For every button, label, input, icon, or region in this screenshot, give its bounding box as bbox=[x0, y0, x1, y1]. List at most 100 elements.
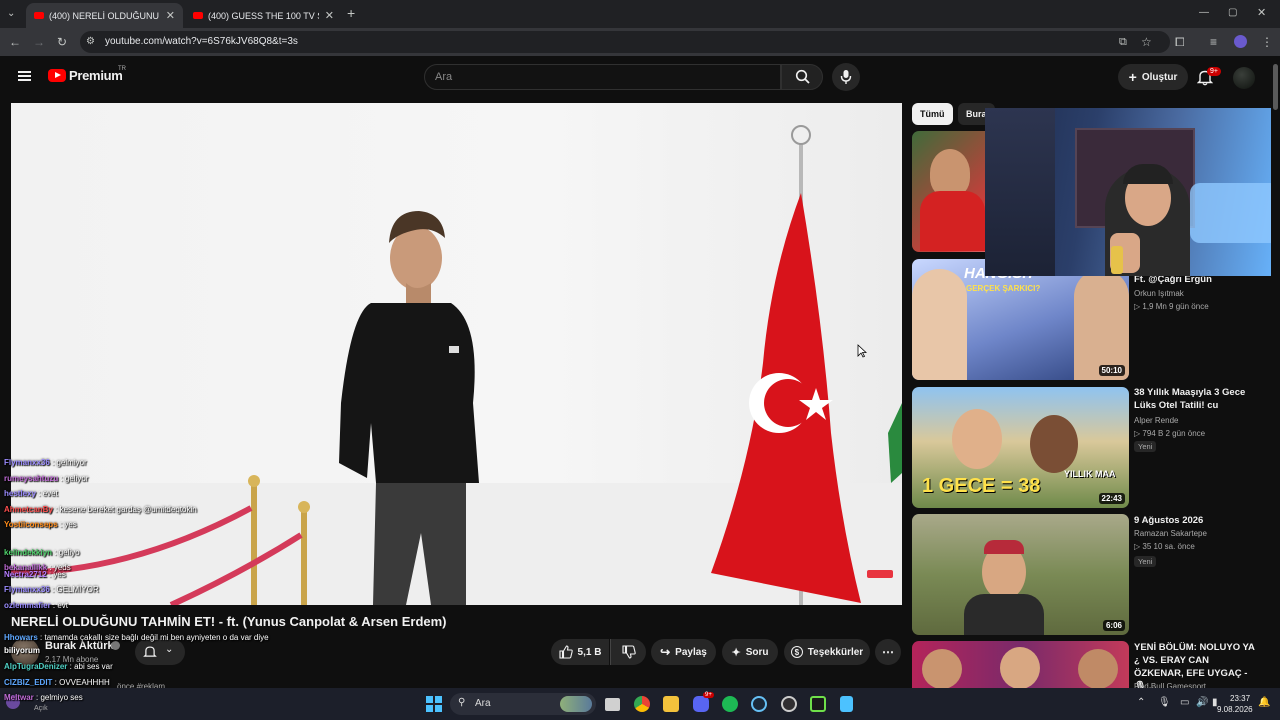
media-icon[interactable]: ≡ bbox=[1210, 35, 1217, 49]
close-tab-icon[interactable]: ✕ bbox=[166, 9, 175, 22]
recommendation-channel[interactable]: Alper Rende bbox=[1134, 416, 1178, 425]
duration-badge: 22:43 bbox=[1098, 493, 1125, 504]
task-view-icon[interactable] bbox=[605, 698, 620, 711]
chat-message: Hhowars : tamamda çakallı size bağlı değ… bbox=[4, 633, 269, 642]
recommendation-channel[interactable]: Orkun Işıtmak bbox=[1134, 289, 1184, 298]
dislike-button[interactable] bbox=[610, 639, 646, 665]
chat-text: GELMİYOR bbox=[56, 585, 99, 594]
ask-label: Soru bbox=[745, 646, 769, 658]
game-launcher-icon[interactable] bbox=[810, 696, 826, 712]
page-scrollbar[interactable] bbox=[1271, 60, 1280, 688]
chat-text: evt bbox=[57, 601, 69, 610]
cursor-icon bbox=[857, 344, 867, 358]
thumb-text: 1 GECE = 38 bbox=[922, 475, 1041, 497]
recommendation-thumbnail[interactable]: 6:06 bbox=[912, 514, 1129, 635]
taskbar-search[interactable]: ⚲ Ara bbox=[450, 693, 596, 715]
chat-message: CIZBIZ_EDIT : OVVEAHHHH bbox=[4, 678, 110, 687]
close-tab-icon[interactable]: ✕ bbox=[325, 9, 334, 22]
chat-text: geliyo bbox=[58, 548, 80, 557]
tab-list-icon[interactable]: ⌄ bbox=[7, 7, 15, 21]
spotify-icon[interactable] bbox=[722, 696, 738, 712]
url-text[interactable]: youtube.com/watch?v=6S76kJV68Q8&t=3s bbox=[105, 36, 298, 47]
install-app-icon[interactable]: ⧉ bbox=[1119, 35, 1127, 49]
close-window-icon[interactable]: ✕ bbox=[1257, 6, 1266, 20]
recommendation-thumbnail[interactable]: HANGISI? GERÇEK ŞARKICI? 50:10 bbox=[912, 259, 1129, 380]
hamburger-icon[interactable] bbox=[18, 71, 31, 81]
recommendation-channel[interactable]: Ramazan Sakartepe bbox=[1134, 529, 1207, 538]
thanks-label: Teşekkürler bbox=[807, 646, 864, 658]
chip-all[interactable]: Tümü bbox=[912, 103, 953, 125]
chat-text: biliyorum bbox=[4, 646, 41, 655]
steam-icon[interactable] bbox=[751, 696, 767, 712]
chat-text: gelmiyo ses bbox=[40, 693, 83, 702]
video-player[interactable] bbox=[11, 103, 902, 605]
scrollbar-thumb[interactable] bbox=[1273, 64, 1278, 110]
profile-icon[interactable] bbox=[1234, 35, 1247, 48]
search-input[interactable]: Ara bbox=[424, 64, 781, 90]
share-icon: ↪ bbox=[660, 645, 671, 659]
thumbs-down-icon bbox=[621, 645, 636, 659]
bookmark-star-icon[interactable]: ☆ bbox=[1141, 35, 1152, 49]
clock-date[interactable]: 9.08.2026 bbox=[1217, 705, 1253, 714]
recommendation-thumbnail[interactable]: 1 GECE = 38 YILLIK MAA 22:43 bbox=[912, 387, 1129, 508]
site-info-icon[interactable]: ⚙ bbox=[86, 35, 95, 49]
forward-icon[interactable]: → bbox=[33, 35, 45, 49]
youtube-favicon-icon bbox=[193, 12, 203, 19]
chat-username: ozlemmafier bbox=[4, 601, 51, 610]
obs-icon[interactable] bbox=[781, 696, 797, 712]
chip-label: Bura bbox=[966, 109, 987, 119]
more-actions-button[interactable]: ⋯ bbox=[875, 639, 901, 665]
new-badge: Yeni bbox=[1134, 441, 1157, 452]
tray-mic-icon[interactable]: 🎙 bbox=[1158, 697, 1171, 708]
notification-center-icon[interactable]: 🔔 bbox=[1258, 697, 1270, 708]
youtube-logo-icon[interactable] bbox=[48, 69, 66, 82]
create-button[interactable]: + Oluştur bbox=[1118, 64, 1188, 90]
thumbs-up-icon bbox=[558, 645, 573, 659]
bell-icon bbox=[143, 646, 157, 657]
browser-menu-icon[interactable]: ⋮ bbox=[1261, 35, 1273, 49]
chat-username: Yostiiconseps bbox=[4, 520, 58, 529]
new-tab-icon[interactable]: + bbox=[347, 6, 355, 20]
sparkle-icon: ✦ bbox=[731, 646, 741, 659]
chat-username: kelindekkiyn bbox=[4, 548, 53, 557]
browser-tab-active[interactable]: (400) NERELİ OLDUĞUNU TAHMİ ✕ bbox=[26, 3, 183, 28]
like-button[interactable]: 5,1 B bbox=[551, 639, 609, 665]
file-explorer-icon[interactable] bbox=[663, 696, 679, 712]
thanks-button[interactable]: $ Teşekkürler bbox=[784, 639, 870, 665]
logo-country: TR bbox=[118, 66, 126, 72]
start-icon[interactable] bbox=[426, 696, 442, 712]
recommendation-title[interactable]: 38 Yıllık Maaşıyla 3 Gece Lüks Otel Tati… bbox=[1134, 386, 1259, 412]
chat-text: tamamda çakallı size bağlı değil mi ben … bbox=[44, 633, 269, 642]
chat-message: Flymanxx36 : GELMİYOR bbox=[4, 585, 99, 594]
search-button[interactable] bbox=[781, 64, 823, 90]
voice-search-button[interactable] bbox=[832, 63, 860, 91]
reload-icon[interactable]: ↻ bbox=[57, 35, 67, 49]
chat-message: Flymanxx36 : gelmiyor bbox=[4, 458, 87, 467]
more-icon: ⋯ bbox=[882, 645, 894, 659]
tray-chevron-icon[interactable]: ⌃ bbox=[1137, 697, 1145, 708]
chat-text: abi ses var bbox=[74, 662, 113, 671]
clock-time[interactable]: 23:37 bbox=[1230, 694, 1250, 703]
tray-network-icon[interactable]: ▭ bbox=[1180, 697, 1189, 708]
extensions-icon[interactable]: ⧠ bbox=[1175, 35, 1185, 49]
chrome-icon[interactable] bbox=[634, 696, 650, 712]
recommendation-thumbnail[interactable] bbox=[912, 641, 1129, 688]
presence-status: Açık bbox=[34, 705, 48, 712]
share-button[interactable]: ↪ Paylaş bbox=[651, 639, 716, 665]
maximize-icon[interactable]: ▢ bbox=[1228, 6, 1237, 20]
chat-username: AhmetcanBy bbox=[4, 505, 53, 514]
avatar[interactable] bbox=[1233, 67, 1255, 89]
minimize-icon[interactable]: — bbox=[1199, 6, 1209, 20]
logo-text[interactable]: Premium bbox=[69, 68, 123, 83]
youtube-favicon-icon bbox=[34, 12, 44, 19]
browser-tab[interactable]: (400) GUESS THE 100 TV SHOW ✕ bbox=[185, 3, 342, 28]
subscribe-button[interactable]: ⌄ bbox=[135, 639, 185, 665]
recommendation-title[interactable]: 9 Ağustos 2026 bbox=[1134, 514, 1259, 527]
tray-volume-icon[interactable]: 🔊 bbox=[1196, 697, 1208, 708]
duration-badge: 50:10 bbox=[1098, 365, 1125, 376]
ask-button[interactable]: ✦ Soru bbox=[722, 639, 778, 665]
chat-username: Meltwar bbox=[4, 693, 34, 702]
notepad-icon[interactable] bbox=[840, 696, 853, 712]
discord-icon[interactable] bbox=[693, 696, 709, 712]
back-icon[interactable]: ← bbox=[9, 35, 21, 49]
